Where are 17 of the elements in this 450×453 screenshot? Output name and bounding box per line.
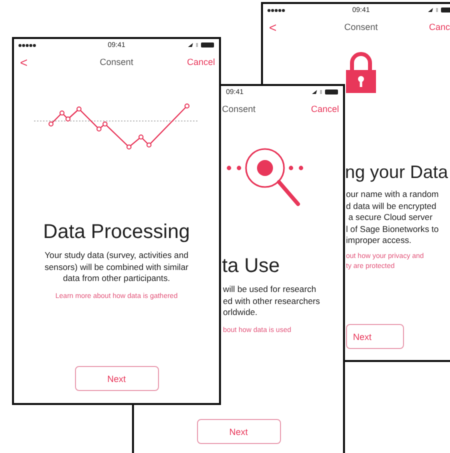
screen-title: ng your Data bbox=[345, 162, 450, 183]
cancel-button[interactable]: Canc bbox=[429, 22, 450, 32]
back-button[interactable]: < bbox=[269, 20, 277, 34]
next-button[interactable]: Next bbox=[74, 366, 158, 391]
cancel-button[interactable]: Cancel bbox=[310, 104, 339, 114]
back-button[interactable]: < bbox=[20, 54, 28, 70]
nav-title: Consent bbox=[344, 22, 378, 32]
next-button[interactable]: Next bbox=[346, 324, 404, 349]
screen-title: ta Use bbox=[222, 255, 281, 278]
nav-title: Consent bbox=[100, 57, 134, 67]
body-text: Your study data (survey, activities and sensors) will be combined with similar data from other participants. bbox=[44, 249, 190, 284]
screen-title: Data Processing bbox=[42, 221, 191, 244]
cancel-button[interactable]: Cancel bbox=[186, 57, 215, 67]
next-button[interactable]: Next bbox=[196, 419, 280, 444]
nav-title: Consent bbox=[222, 104, 256, 114]
body-text: will be used for research ed with other researchers orldwide. bbox=[223, 284, 321, 318]
body-text: our name with a random d data will be encrypted a secure Cloud server l of Sage Bionetworks to improper access. bbox=[346, 189, 440, 246]
